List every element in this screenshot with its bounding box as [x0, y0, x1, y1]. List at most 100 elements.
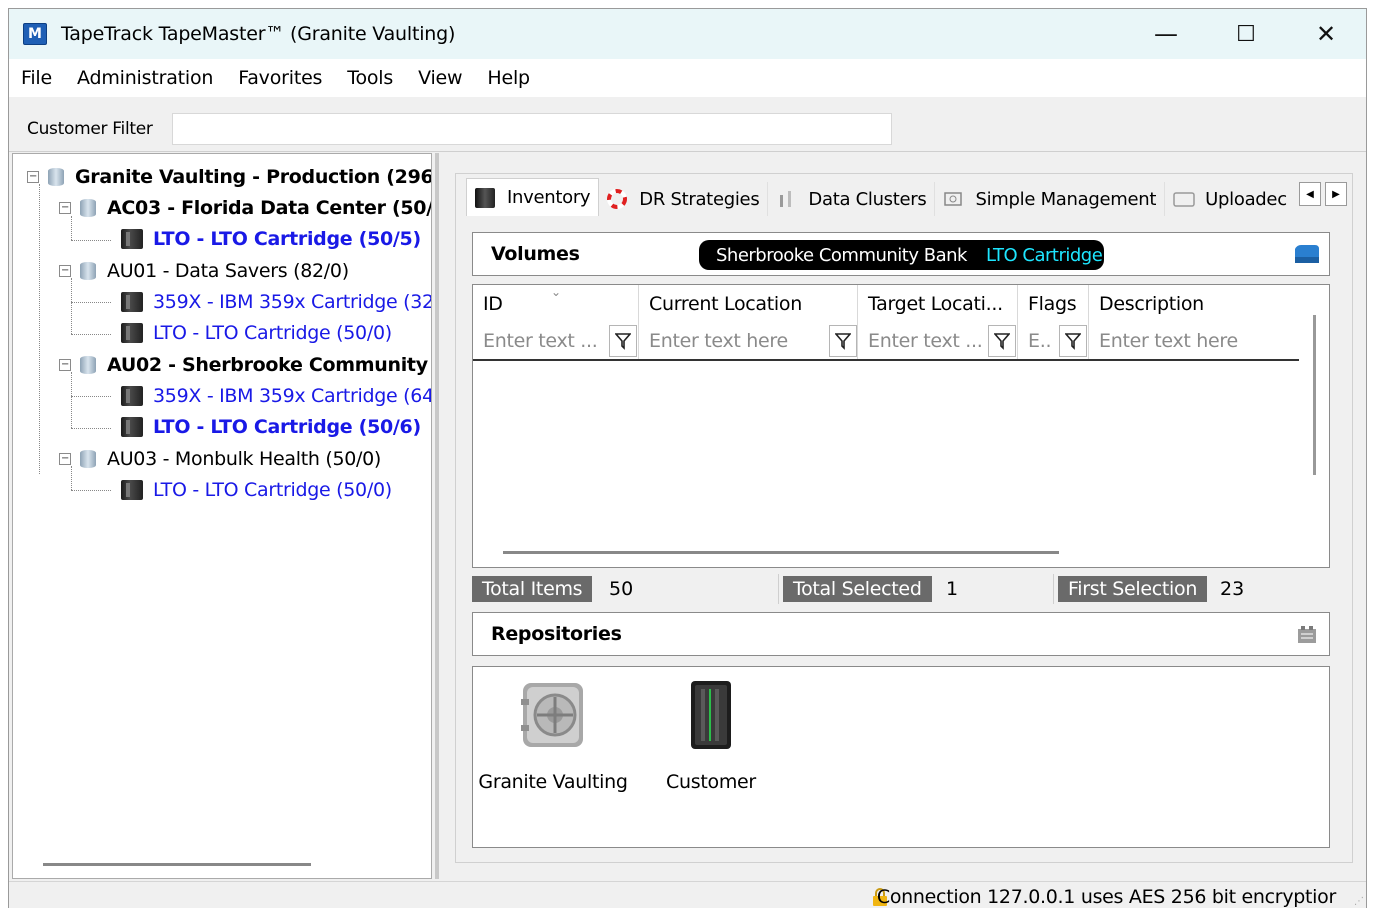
menu-help[interactable]: Help: [487, 67, 530, 89]
tree-node-root[interactable]: − Granite Vaulting - Production (296/: [27, 162, 432, 192]
inventory-panel: Inventory DR Strategies Data Clusters Si…: [455, 173, 1353, 863]
tree-node-media[interactable]: 359X - IBM 359x Cartridge (64,: [121, 381, 432, 411]
tab-inventory[interactable]: Inventory: [466, 178, 600, 216]
menu-administration[interactable]: Administration: [77, 67, 213, 89]
stats-divider: [778, 574, 779, 604]
tree-horizontal-scrollbar[interactable]: [43, 863, 311, 866]
tab-scroll-left-button[interactable]: ◀: [1299, 182, 1321, 206]
tree-node-customer[interactable]: − AU02 - Sherbrooke Community: [59, 350, 428, 380]
stats-bar: Total Items 50 Total Selected 1 First Se…: [472, 574, 1330, 604]
tree-connector: [71, 428, 111, 429]
collapse-icon[interactable]: −: [59, 453, 71, 465]
tab-label: Uploadec: [1205, 188, 1287, 210]
close-button[interactable]: ✕: [1286, 9, 1366, 59]
tape-icon: [121, 386, 143, 406]
database-icon: [77, 448, 99, 470]
menu-bar: File Administration Favorites Tools View…: [9, 59, 1366, 97]
cluster-icon: [776, 189, 796, 209]
column-header-current-location[interactable]: Current Location: [639, 285, 858, 323]
column-header-description[interactable]: Description: [1089, 285, 1299, 323]
maximize-button[interactable]: ☐: [1206, 9, 1286, 59]
filter-funnel-icon[interactable]: [1059, 325, 1087, 357]
repositories-header: Repositories: [472, 612, 1330, 656]
grid-horizontal-scrollbar[interactable]: [503, 551, 1059, 554]
collapse-icon[interactable]: −: [59, 265, 71, 277]
total-items-value: 50: [609, 578, 634, 600]
resize-grip-icon[interactable]: ⋰: [1354, 896, 1364, 907]
total-selected-label: Total Selected: [783, 576, 932, 602]
total-items-label: Total Items: [472, 576, 593, 602]
first-selection-value: 23: [1220, 578, 1245, 600]
selection-badge: Sherbrooke Community Bank LTO Cartridge: [699, 240, 1104, 270]
menu-tools[interactable]: Tools: [347, 67, 393, 89]
tree-node-customer[interactable]: − AU03 - Monbulk Health (50/0): [59, 444, 381, 474]
column-header-flags[interactable]: Flags: [1018, 285, 1089, 323]
tree-node-media[interactable]: LTO - LTO Cartridge (50/0): [121, 475, 392, 505]
filter-funnel-icon[interactable]: [988, 325, 1016, 357]
filter-input-current-location[interactable]: Enter text here: [639, 323, 858, 359]
tape-icon: [121, 323, 143, 343]
connection-status: Connection 127.0.0.1 uses AES 256 bit en…: [876, 886, 1336, 908]
collapse-icon[interactable]: −: [59, 359, 71, 371]
tab-label: DR Strategies: [639, 188, 760, 210]
menu-favorites[interactable]: Favorites: [238, 67, 322, 89]
filter-funnel-icon[interactable]: [609, 325, 637, 357]
customer-filter-input[interactable]: [172, 113, 892, 145]
repository-customer[interactable]: Customer: [641, 675, 781, 793]
repositories-title: Repositories: [491, 623, 622, 645]
tree-node-label: AU03 - Monbulk Health (50/0): [107, 448, 382, 470]
column-header-target-location[interactable]: Target Locati...: [858, 285, 1018, 323]
menu-view[interactable]: View: [418, 67, 462, 89]
tree-node-label: LTO - LTO Cartridge (50/5): [153, 228, 421, 250]
tab-simple-management[interactable]: Simple Management: [935, 182, 1166, 216]
volumes-title: Volumes: [491, 243, 580, 265]
tree-node-label: LTO - LTO Cartridge (50/6): [153, 416, 421, 438]
tree-node-label: AU01 - Data Savers (82/0): [107, 260, 349, 282]
title-bar: M TapeTrack TapeMaster™ (Granite Vaultin…: [9, 9, 1366, 59]
grid-header-separator: [473, 359, 1299, 361]
menu-file[interactable]: File: [21, 67, 52, 89]
sort-indicator-icon: ⌄: [551, 285, 562, 299]
volumes-grid: ID ⌄ Current Location Target Locati... F…: [472, 284, 1330, 568]
collapse-icon[interactable]: −: [27, 171, 39, 183]
collapse-icon[interactable]: −: [59, 202, 71, 214]
tab-strip: Inventory DR Strategies Data Clusters Si…: [466, 178, 1303, 216]
tree-node-label: Granite Vaulting - Production (296/: [75, 166, 432, 188]
tree-node-media[interactable]: LTO - LTO Cartridge (50/0): [121, 318, 392, 348]
tree-node-label: 359X - IBM 359x Cartridge (64,: [153, 385, 432, 407]
tree-node-media-selected[interactable]: LTO - LTO Cartridge (50/6): [121, 412, 421, 442]
grid-vertical-scrollbar[interactable]: [1313, 315, 1316, 475]
customer-filter-bar: Customer Filter: [9, 97, 1366, 152]
tab-dr-strategies[interactable]: DR Strategies: [599, 182, 769, 216]
tree-node-customer[interactable]: − AC03 - Florida Data Center (50/!: [59, 193, 432, 223]
volumes-header: Volumes Sherbrooke Community Bank LTO Ca…: [472, 232, 1330, 276]
panel-splitter[interactable]: [435, 153, 439, 879]
tape-icon: [121, 292, 143, 312]
volumes-action-icon[interactable]: [1293, 243, 1321, 265]
tree-node-media[interactable]: LTO - LTO Cartridge (50/5): [121, 224, 421, 254]
tree-node-label: AC03 - Florida Data Center (50/!: [107, 197, 432, 219]
repository-settings-icon[interactable]: [1295, 623, 1319, 647]
repository-granite-vaulting[interactable]: Granite Vaulting: [478, 675, 628, 793]
tree-connector: [71, 490, 111, 491]
app-window: M TapeTrack TapeMaster™ (Granite Vaultin…: [8, 8, 1367, 908]
repository-label: Customer: [666, 771, 756, 793]
database-icon: [45, 166, 67, 188]
tab-uploaded[interactable]: Uploadec: [1165, 182, 1303, 216]
filter-funnel-icon[interactable]: [829, 325, 857, 357]
tree-node-customer[interactable]: − AU01 - Data Savers (82/0): [59, 256, 349, 286]
tree-node-label: LTO - LTO Cartridge (50/0): [153, 322, 392, 344]
tree-node-label: LTO - LTO Cartridge (50/0): [153, 479, 392, 501]
tab-data-clusters[interactable]: Data Clusters: [768, 182, 936, 216]
tab-label: Data Clusters: [808, 188, 927, 210]
minimize-button[interactable]: —: [1126, 9, 1206, 59]
tree-node-media[interactable]: 359X - IBM 359x Cartridge (32,: [121, 287, 431, 317]
tree-connector: [39, 184, 40, 474]
first-selection-label: First Selection: [1058, 576, 1208, 602]
tree-connector: [71, 278, 72, 334]
filter-input-description[interactable]: Enter text here: [1089, 323, 1299, 359]
management-icon: [943, 189, 963, 209]
tab-scroll-right-button[interactable]: ▶: [1325, 182, 1347, 206]
repositories-list: Granite Vaulting Customer: [472, 666, 1330, 848]
database-icon: [77, 354, 99, 376]
